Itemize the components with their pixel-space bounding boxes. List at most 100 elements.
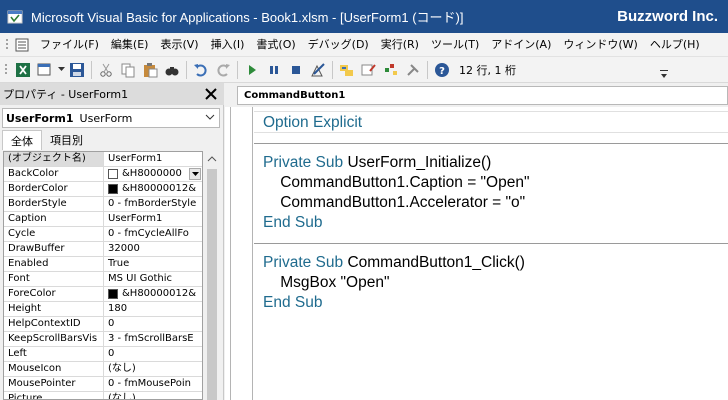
property-grid: (オブジェクト名) UserForm1 BackColor &H8000000 Bord… <box>3 151 203 400</box>
close-icon[interactable] <box>203 86 219 102</box>
design-mode-icon[interactable] <box>308 60 328 80</box>
color-swatch <box>108 184 118 194</box>
property-value[interactable]: &H80000012& <box>104 287 202 301</box>
code-line[interactable]: MsgBox "Open" <box>263 273 389 293</box>
menu-file[interactable]: ファイル(F) <box>34 33 105 57</box>
code-window-menu-icon[interactable] <box>14 37 30 53</box>
menu-edit[interactable]: 編集(E) <box>105 33 155 57</box>
code-line[interactable]: CommandButton1.Accelerator = "o" <box>263 193 525 213</box>
property-value[interactable]: MS UI Gothic <box>104 272 202 286</box>
property-value[interactable]: UserForm1 <box>104 152 202 166</box>
property-row[interactable]: Cycle 0 - fmCycleAllFo <box>4 227 202 242</box>
property-value[interactable]: 0 - fmMousePoin <box>104 377 202 391</box>
toolbox-icon[interactable] <box>403 60 423 80</box>
menu-grip-icon[interactable] <box>0 33 14 57</box>
cut-icon[interactable] <box>96 60 116 80</box>
property-row[interactable]: Enabled True <box>4 257 202 272</box>
insert-form-dropdown-icon[interactable] <box>57 60 65 80</box>
paste-icon[interactable] <box>140 60 160 80</box>
property-value-text: 0 <box>108 318 115 329</box>
menu-run[interactable]: 実行(R) <box>375 33 425 57</box>
code-line[interactable]: Option Explicit <box>263 113 362 133</box>
code-line[interactable]: Private Sub UserForm_Initialize() <box>263 153 491 173</box>
property-row[interactable]: BorderStyle 0 - fmBorderStyle <box>4 197 202 212</box>
code-line[interactable]: Private Sub CommandButton1_Click() <box>263 253 525 273</box>
object-selector[interactable]: UserForm1 UserForm <box>2 108 220 128</box>
menu-format[interactable]: 書式(O) <box>250 33 301 57</box>
project-explorer-icon[interactable] <box>337 60 357 80</box>
property-row[interactable]: DrawBuffer 32000 <box>4 242 202 257</box>
property-value-text: &H8000000 <box>122 168 182 179</box>
property-row[interactable]: KeepScrollBarsVis 3 - fmScrollBarsE <box>4 332 202 347</box>
property-value[interactable]: 3 - fmScrollBarsE <box>104 332 202 346</box>
property-value[interactable]: 180 <box>104 302 202 316</box>
code-line[interactable]: CommandButton1.Caption = "Open" <box>263 173 529 193</box>
property-value[interactable]: 32000 <box>104 242 202 256</box>
reset-icon[interactable] <box>286 60 306 80</box>
margin-indicator-bar[interactable] <box>225 107 253 400</box>
menu-view[interactable]: 表示(V) <box>154 33 204 57</box>
property-value[interactable]: (なし) <box>104 392 202 399</box>
property-value-text: 3 - fmScrollBarsE <box>108 333 194 344</box>
tab-alphabetic[interactable]: 全体 <box>2 130 42 150</box>
property-value[interactable]: (なし) <box>104 362 202 376</box>
property-row[interactable]: Font MS UI Gothic <box>4 272 202 287</box>
code-editor[interactable]: Option Explicit Private Sub UserForm_Init… <box>254 107 728 400</box>
property-value[interactable]: &H8000000 <box>104 167 202 181</box>
menu-help[interactable]: ヘルプ(H) <box>644 33 706 57</box>
property-row[interactable]: Height 180 <box>4 302 202 317</box>
menu-addins[interactable]: アドイン(A) <box>485 33 557 57</box>
menu-debug[interactable]: デバッグ(D) <box>302 33 375 57</box>
save-icon[interactable] <box>67 60 87 80</box>
code-line[interactable]: End Sub <box>263 293 322 313</box>
property-value[interactable]: &H80000012& <box>104 182 202 196</box>
property-row[interactable]: HelpContextID 0 <box>4 317 202 332</box>
menu-window[interactable]: ウィンドウ(W) <box>557 33 643 57</box>
property-value[interactable]: 0 - fmCycleAllFo <box>104 227 202 241</box>
property-row[interactable]: Picture (なし) <box>4 392 202 399</box>
toolbar-grip-icon[interactable] <box>0 62 12 78</box>
toolbar-overflow-icon[interactable] <box>660 69 668 81</box>
toolbar-separator <box>237 60 238 79</box>
property-row[interactable]: MousePointer 0 - fmMousePoin <box>4 377 202 392</box>
object-dropdown[interactable]: CommandButton1 <box>237 86 728 105</box>
chevron-down-icon[interactable] <box>205 112 215 125</box>
object-browser-icon[interactable] <box>381 60 401 80</box>
copy-icon[interactable] <box>118 60 138 80</box>
property-value[interactable]: 0 <box>104 317 202 331</box>
excel-icon[interactable] <box>13 60 33 80</box>
property-name: MousePointer <box>4 377 104 391</box>
title-bar: Microsoft Visual Basic for Applications … <box>0 0 728 33</box>
property-value[interactable]: 0 - fmBorderStyle <box>104 197 202 211</box>
menu-insert[interactable]: 挿入(I) <box>205 33 251 57</box>
property-row[interactable]: Caption UserForm1 <box>4 212 202 227</box>
properties-window-icon[interactable] <box>359 60 379 80</box>
property-value-text: 32000 <box>108 243 140 254</box>
property-value[interactable]: True <box>104 257 202 271</box>
chevron-down-icon[interactable] <box>189 168 201 180</box>
redo-icon[interactable] <box>213 60 233 80</box>
undo-icon[interactable] <box>191 60 211 80</box>
property-row[interactable]: ForeColor &H80000012& <box>4 287 202 302</box>
property-scrollbar[interactable] <box>204 151 220 400</box>
property-row[interactable]: (オブジェクト名) UserForm1 <box>4 152 202 167</box>
property-row[interactable]: BorderColor &H80000012& <box>4 182 202 197</box>
property-name: MouseIcon <box>4 362 104 376</box>
menu-tools[interactable]: ツール(T) <box>425 33 485 57</box>
find-icon[interactable] <box>162 60 182 80</box>
color-swatch <box>108 169 118 179</box>
property-value-text: &H80000012& <box>122 288 197 299</box>
property-value[interactable]: UserForm1 <box>104 212 202 226</box>
property-row[interactable]: MouseIcon (なし) <box>4 362 202 377</box>
code-line[interactable]: End Sub <box>263 213 322 233</box>
break-icon[interactable] <box>264 60 284 80</box>
vba-app-icon[interactable] <box>7 9 23 25</box>
run-icon[interactable] <box>242 60 262 80</box>
property-value[interactable]: 0 <box>104 347 202 361</box>
tab-categorized[interactable]: 項目別 <box>42 130 91 150</box>
scroll-thumb[interactable] <box>207 169 217 400</box>
property-row[interactable]: BackColor &H8000000 <box>4 167 202 182</box>
property-row[interactable]: Left 0 <box>4 347 202 362</box>
help-icon[interactable]: ? <box>432 60 452 80</box>
insert-form-icon[interactable] <box>35 60 55 80</box>
